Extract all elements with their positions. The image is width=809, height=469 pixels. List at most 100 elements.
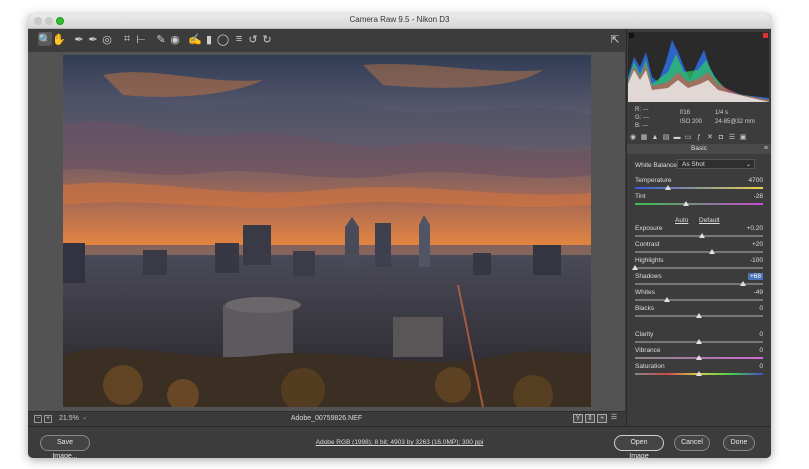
highlights-handle[interactable] [632,265,638,270]
toggle-settings-icon[interactable]: ☰ [609,414,619,423]
done-button[interactable]: Done [723,435,755,451]
graduated-filter-icon[interactable]: ▮ [202,32,216,46]
swap-before-after-icon[interactable]: ⇕ [585,414,595,423]
open-image-button[interactable]: Open Image [614,435,664,458]
title-bar: Camera Raw 9.5 - Nikon D3 [28,14,771,29]
color-sampler-tool-icon[interactable]: ✒ [86,32,100,46]
chevron-down-icon: ⌄ [745,162,751,168]
crop-tool-icon[interactable]: ⌗ [120,32,134,46]
blacks-handle[interactable] [696,313,702,318]
temperature-label: Temperature [635,177,672,184]
contrast-track[interactable] [635,251,763,253]
status-bar: − + 21.5% ⌄ Adobe_00759826.NEF Y ⇕ + ☰ [28,411,625,426]
bottom-bar: Save Image... Adobe RGB (1998); 8 bit; 4… [28,426,771,458]
camera-info: R: --- G: --- B: --- f/16 1/4 s ISO 200 … [635,107,755,129]
white-balance-label: White Balance: [635,162,679,169]
contrast-slider[interactable]: Contrast +20 [635,241,763,257]
panel-tabs: ◉ ▦ ▲ ▤ ▬ ▭ ƒ ✕ ◘ ☰ ▣ [629,133,769,143]
zoom-tool-icon[interactable]: 🔍 [38,32,52,46]
camera-raw-window: Camera Raw 9.5 - Nikon D3 🔍 ✋ ✒ ✒ ◎ ⌗ ⊢ ✎ ◉ ✍ ▮ ◯ ≡ ↺… [28,14,771,458]
default-link[interactable]: Default [699,217,720,224]
temperature-handle[interactable] [665,185,672,190]
straighten-tool-icon[interactable]: ⊢ [134,32,148,46]
vibrance-handle[interactable] [696,355,702,360]
saturation-handle[interactable] [696,371,702,376]
whites-slider[interactable]: Whites -49 [635,289,763,305]
photo-preview[interactable] [63,55,591,407]
contrast-handle[interactable] [708,249,715,254]
shadow-clipping-icon [629,33,634,38]
tint-track[interactable] [635,203,763,205]
shadows-value[interactable]: +68 [747,273,763,280]
exposure-label: Exposure [635,225,663,232]
section-title: Basic [691,145,707,152]
highlights-label: Highlights [635,257,664,264]
vibrance-slider[interactable]: Vibrance 0 [635,347,763,363]
whites-value[interactable]: -49 [754,289,763,296]
histogram [628,32,769,102]
targeted-adjustment-tool-icon[interactable]: ◎ [100,32,114,46]
adjustment-brush-icon[interactable]: ✍ [188,32,202,46]
rotate-cw-icon[interactable]: ↻ [260,32,274,46]
whites-track[interactable] [635,299,763,301]
temperature-slider[interactable]: Temperature 4700 [635,177,763,193]
before-after-y-icon[interactable]: Y [573,414,583,423]
section-header: Basic ≡ [627,144,771,154]
panel-menu-icon[interactable]: ≡ [764,144,768,154]
clarity-handle[interactable] [696,339,702,344]
lens-corrections-tab-icon[interactable]: ▭ [684,133,692,142]
presets-tab-icon[interactable]: ☰ [728,133,736,142]
detail-tab-icon[interactable]: ▲ [651,133,659,142]
blacks-label: Blacks [635,305,655,312]
saturation-value[interactable]: 0 [759,363,763,370]
exposure-value[interactable]: +0.20 [747,225,763,232]
tint-value[interactable]: -28 [754,193,763,200]
tint-slider[interactable]: Tint -28 [635,193,763,209]
camera-icon[interactable]: ◘ [717,133,725,142]
red-eye-tool-icon[interactable]: ◉ [168,32,182,46]
split-toning-tab-icon[interactable]: ▬ [673,133,681,142]
fullscreen-toggle-icon[interactable]: ⇱ [608,32,622,46]
whites-handle[interactable] [664,297,670,302]
exposure-slider[interactable]: Exposure +0.20 [635,225,763,241]
vibrance-value[interactable]: 0 [759,347,763,354]
hand-tool-icon[interactable]: ✋ [52,32,66,46]
clarity-slider[interactable]: Clarity 0 [635,331,763,347]
temperature-value[interactable]: 4700 [749,177,763,184]
contrast-value[interactable]: +20 [752,241,763,248]
saturation-slider[interactable]: Saturation 0 [635,363,763,379]
snapshots-tab-icon[interactable]: ▣ [739,133,747,142]
lens: 24-85@32 mm [715,119,755,125]
highlights-slider[interactable]: Highlights -100 [632,257,763,273]
exposure-handle[interactable] [698,233,705,238]
adjustment-panel: R: --- G: --- B: --- f/16 1/4 s ISO 200 … [626,29,771,426]
contrast-label: Contrast [635,241,660,248]
clarity-label: Clarity [635,331,654,338]
preferences-icon[interactable]: ≡ [232,32,246,46]
iso: ISO 200 [680,119,703,125]
shadows-slider[interactable]: Shadows +68 [635,273,763,289]
basic-tab-icon[interactable]: ◉ [629,133,637,142]
blacks-value[interactable]: 0 [759,305,763,312]
aperture: f/16 [680,110,691,116]
white-balance-tool-icon[interactable]: ✒ [72,32,86,46]
white-balance-select[interactable]: As Shot ⌄ [677,159,755,169]
cancel-button[interactable]: Cancel [674,435,710,451]
blacks-slider[interactable]: Blacks 0 [635,305,763,321]
camera-calibration-tab-icon[interactable]: ✕ [706,133,714,142]
tint-handle[interactable] [683,201,690,206]
highlights-track[interactable] [635,267,763,269]
effects-tab-icon[interactable]: ƒ [695,133,703,142]
highlights-value[interactable]: -100 [750,257,763,264]
hsl-tab-icon[interactable]: ▤ [662,133,670,142]
tone-curve-tab-icon[interactable]: ▦ [640,133,648,142]
spot-removal-tool-icon[interactable]: ✎ [154,32,168,46]
rotate-ccw-icon[interactable]: ↺ [246,32,260,46]
radial-filter-icon[interactable]: ◯ [216,32,230,46]
city-sunset-image [63,55,591,407]
copy-settings-icon[interactable]: + [597,414,607,423]
auto-link[interactable]: Auto [675,217,688,224]
shadows-handle[interactable] [739,281,746,286]
temperature-track[interactable] [635,187,763,189]
clarity-value[interactable]: 0 [759,331,763,338]
